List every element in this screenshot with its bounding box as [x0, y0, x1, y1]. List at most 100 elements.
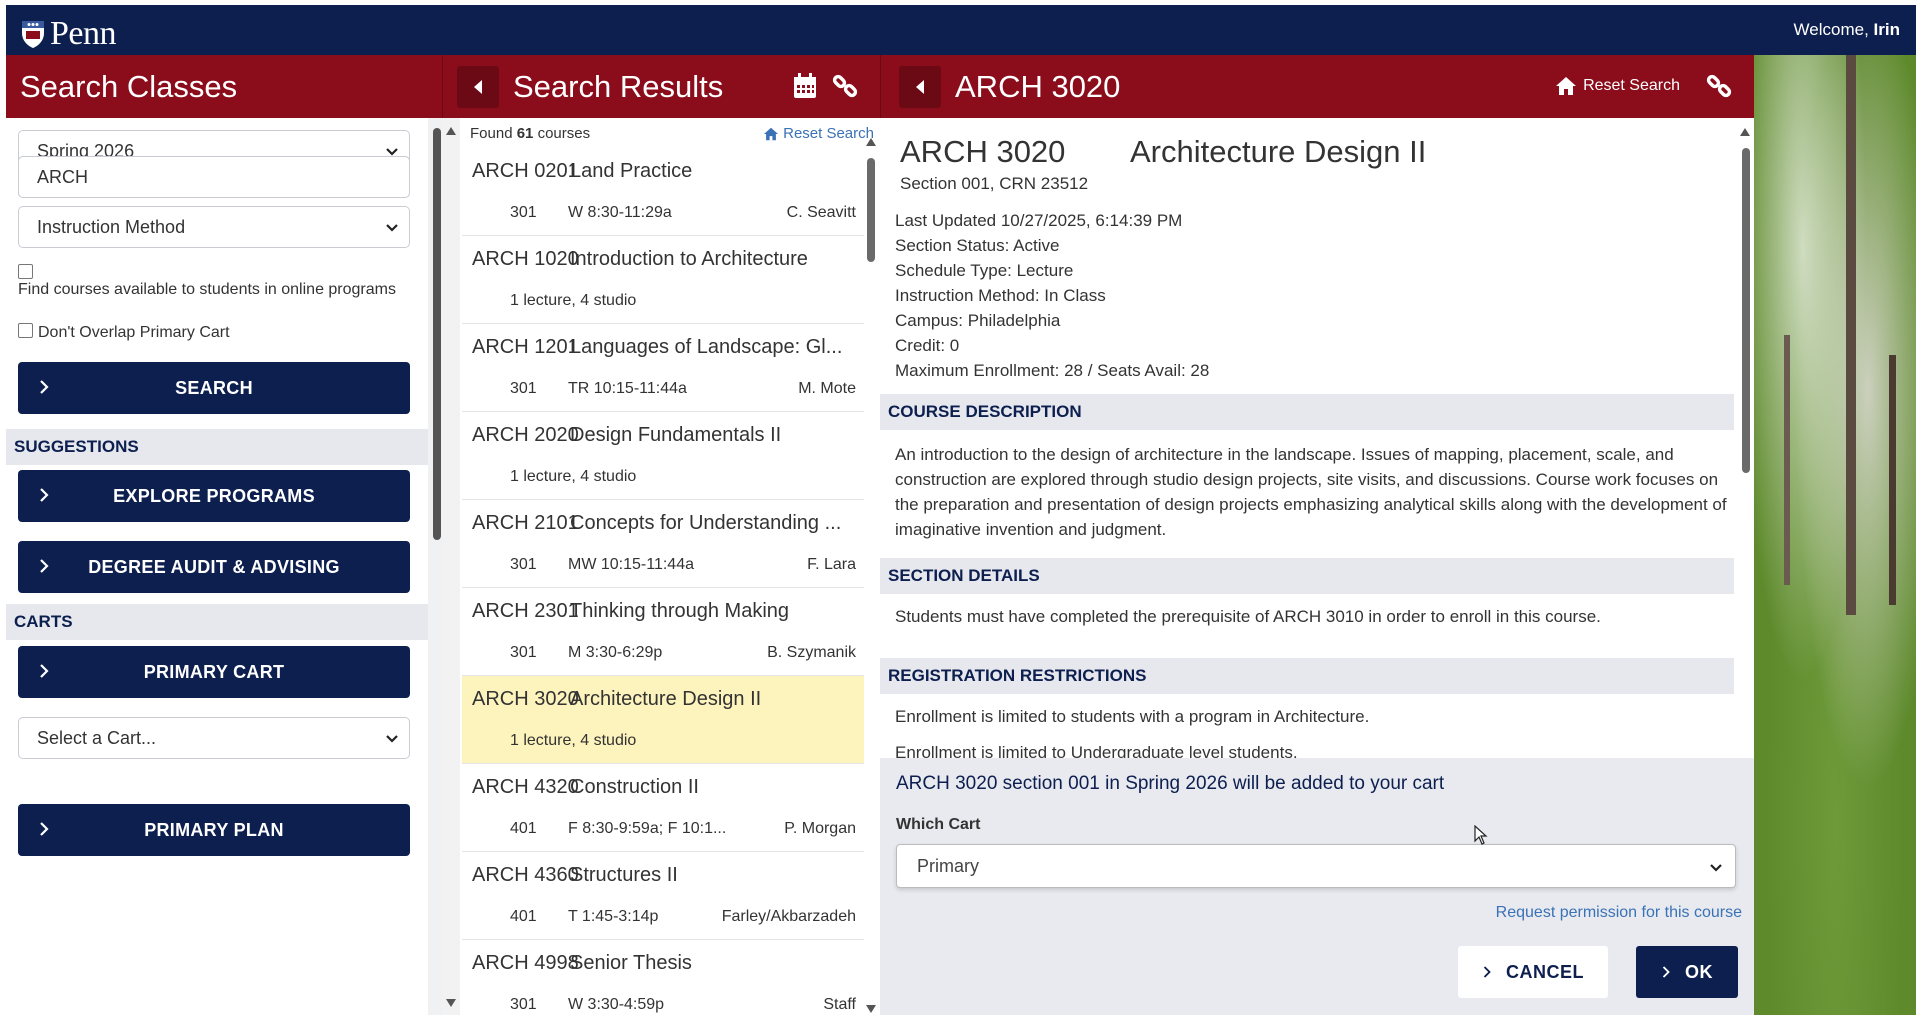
result-course-title: Architecture Design II: [570, 688, 762, 710]
result-course-title: Design Fundamentals II: [570, 424, 782, 446]
result-row[interactable]: ARCH 4320 Construction II 401 F 8:30-9:59a;…: [462, 764, 864, 852]
search-form-panel: Spring 2026 ARCH Instruction Method Find…: [6, 118, 442, 1015]
result-schedule: 1 lecture, 4 studio: [510, 732, 637, 749]
registration-restrictions-heading: REGISTRATION RESTRICTIONS: [880, 658, 1734, 694]
request-permission-link[interactable]: Request permission for this course: [1496, 904, 1742, 922]
explore-programs-label: EXPLORE PROGRAMS: [113, 485, 315, 506]
back-button[interactable]: [457, 65, 499, 108]
result-section: 301: [510, 556, 537, 573]
chevron-right-icon: [40, 488, 49, 502]
primary-plan-button[interactable]: PRIMARY PLAN: [18, 804, 410, 856]
result-course-code: ARCH 4320: [472, 776, 579, 798]
result-instructor: P. Morgan: [784, 820, 856, 837]
result-row[interactable]: ARCH 0201 Land Practice 301 W 8:30-11:29a C.…: [462, 148, 864, 236]
course-detail-header: ARCH 3020 Reset Search: [880, 55, 1754, 118]
result-row[interactable]: ARCH 4998 Senior Thesis 301 W 3:30-4:59p Sta…: [462, 940, 864, 1015]
penn-logo[interactable]: Penn: [20, 15, 117, 53]
logo-text: Penn: [50, 15, 117, 52]
campus-photo: [1754, 55, 1916, 1015]
schedule-type: Schedule Type: Lecture: [895, 261, 1074, 280]
chevron-down-icon: [1710, 864, 1722, 872]
online-programs-checkbox[interactable]: [18, 264, 33, 279]
results-scroll-thumb[interactable]: [867, 158, 875, 262]
result-instructor: Farley/Akbarzadeh: [721, 908, 856, 925]
result-course-title: Senior Thesis: [570, 952, 692, 974]
carts-heading: CARTS: [6, 604, 428, 640]
result-time: M 3:30-6:29p: [568, 644, 663, 661]
result-course-title: Construction II: [570, 776, 699, 798]
scroll-down-icon: [866, 1005, 876, 1013]
result-row[interactable]: ARCH 2101 Concepts for Understanding ... 3…: [462, 500, 864, 588]
primary-cart-button[interactable]: PRIMARY CART: [18, 646, 410, 698]
chevron-right-icon: [40, 559, 49, 573]
panel-title-search-classes: Search Classes: [20, 68, 238, 104]
result-schedule: 1 lecture, 4 studio: [510, 468, 637, 485]
caret-left-icon: [916, 79, 924, 94]
tree-trunk: [1784, 335, 1790, 585]
result-row[interactable]: ARCH 1020 Introduction to Architecture 1 l…: [462, 236, 864, 324]
result-row[interactable]: ARCH 2301 Thinking through Making 301 M 3:3…: [462, 588, 864, 676]
primary-cart-label: PRIMARY CART: [143, 661, 285, 682]
dont-overlap-checkbox[interactable]: [18, 323, 33, 338]
restriction-item: Enrollment is limited to students with a…: [895, 707, 1370, 726]
course-code: ARCH 3020: [900, 134, 1066, 169]
last-updated: Last Updated 10/27/2025, 6:14:39 PM: [895, 211, 1183, 230]
dont-overlap-label: Don't Overlap Primary Cart: [38, 324, 230, 341]
result-row[interactable]: ARCH 3020 Architecture Design II 1 lecture…: [462, 676, 864, 764]
link-icon[interactable]: [1706, 73, 1732, 99]
result-course-title: Introduction to Architecture: [570, 248, 808, 270]
cancel-button[interactable]: CANCEL: [1458, 946, 1608, 998]
result-course-code: ARCH 2301: [472, 600, 579, 622]
result-instructor: F. Lara: [807, 556, 856, 573]
chevron-right-icon: [40, 664, 49, 678]
add-to-cart-dialog: ARCH 3020 section 001 in Spring 2026 wil…: [880, 758, 1754, 1015]
result-course-code: ARCH 1201: [472, 336, 579, 358]
course-description-text: An introduction to the design of archite…: [895, 445, 1727, 539]
tree-trunk: [1846, 55, 1856, 615]
scroll-up-icon: [866, 138, 876, 146]
result-course-title: Land Practice: [570, 160, 693, 182]
chevron-right-icon: [40, 380, 49, 394]
result-time: W 8:30-11:29a: [568, 204, 672, 221]
chevron-right-icon: [40, 822, 49, 836]
explore-programs-button[interactable]: EXPLORE PROGRAMS: [18, 470, 410, 522]
subject-input-field[interactable]: ARCH: [18, 156, 410, 198]
instruction-method-select[interactable]: Instruction Method: [18, 206, 410, 248]
result-row[interactable]: ARCH 4360 Structures II 401 T 1:45-3:14p Far…: [462, 852, 864, 940]
suggestions-heading: SUGGESTIONS: [6, 429, 428, 465]
reset-search-link[interactable]: Reset Search: [1555, 76, 1680, 96]
result-time: W 3:30-4:59p: [568, 996, 665, 1013]
cart-select[interactable]: Select a Cart...: [18, 717, 410, 759]
detail-scrollbar[interactable]: [1742, 148, 1750, 473]
section-status: Section Status: Active: [895, 236, 1060, 255]
user-name[interactable]: Irin: [1874, 20, 1900, 39]
which-cart-select[interactable]: Primary: [896, 844, 1736, 888]
result-course-title: Languages of Landscape: Gl...: [570, 336, 843, 358]
result-course-code: ARCH 4360: [472, 864, 579, 886]
search-button[interactable]: SEARCH: [18, 362, 410, 414]
course-title: Architecture Design II: [1130, 134, 1427, 169]
search-classes-header: Search Classes: [6, 55, 442, 118]
result-time: MW 10:15-11:44a: [568, 556, 694, 573]
calendar-icon[interactable]: [792, 73, 818, 99]
results-inner-scrollbar[interactable]: [865, 138, 877, 1015]
degree-audit-button[interactable]: DEGREE AUDIT & ADVISING: [18, 541, 410, 593]
link-icon[interactable]: [832, 73, 858, 99]
back-button[interactable]: [899, 65, 941, 108]
add-to-cart-message: ARCH 3020 section 001 in Spring 2026 wil…: [896, 773, 1445, 794]
ok-button[interactable]: OK: [1636, 946, 1738, 998]
search-results-header: Search Results: [442, 55, 880, 118]
section-details-heading: SECTION DETAILS: [880, 558, 1734, 594]
welcome-prefix: Welcome,: [1793, 20, 1869, 39]
result-row[interactable]: ARCH 2020 Design Fundamentals II 1 lecture…: [462, 412, 864, 500]
left-scrollbar[interactable]: [433, 128, 441, 540]
results-list: ARCH 0201 Land Practice 301 W 8:30-11:29a C.…: [442, 118, 880, 1015]
instruction-method-value: Instruction Method: [37, 216, 186, 237]
result-course-code: ARCH 3020: [472, 688, 579, 710]
scroll-up-icon: [1740, 128, 1750, 136]
chevron-right-icon: [1483, 966, 1491, 978]
mouse-cursor-icon: [1474, 825, 1488, 845]
result-row[interactable]: ARCH 1201 Languages of Landscape: Gl... 30…: [462, 324, 864, 412]
credit: Credit: 0: [895, 336, 960, 355]
result-course-code: ARCH 2101: [472, 512, 579, 534]
